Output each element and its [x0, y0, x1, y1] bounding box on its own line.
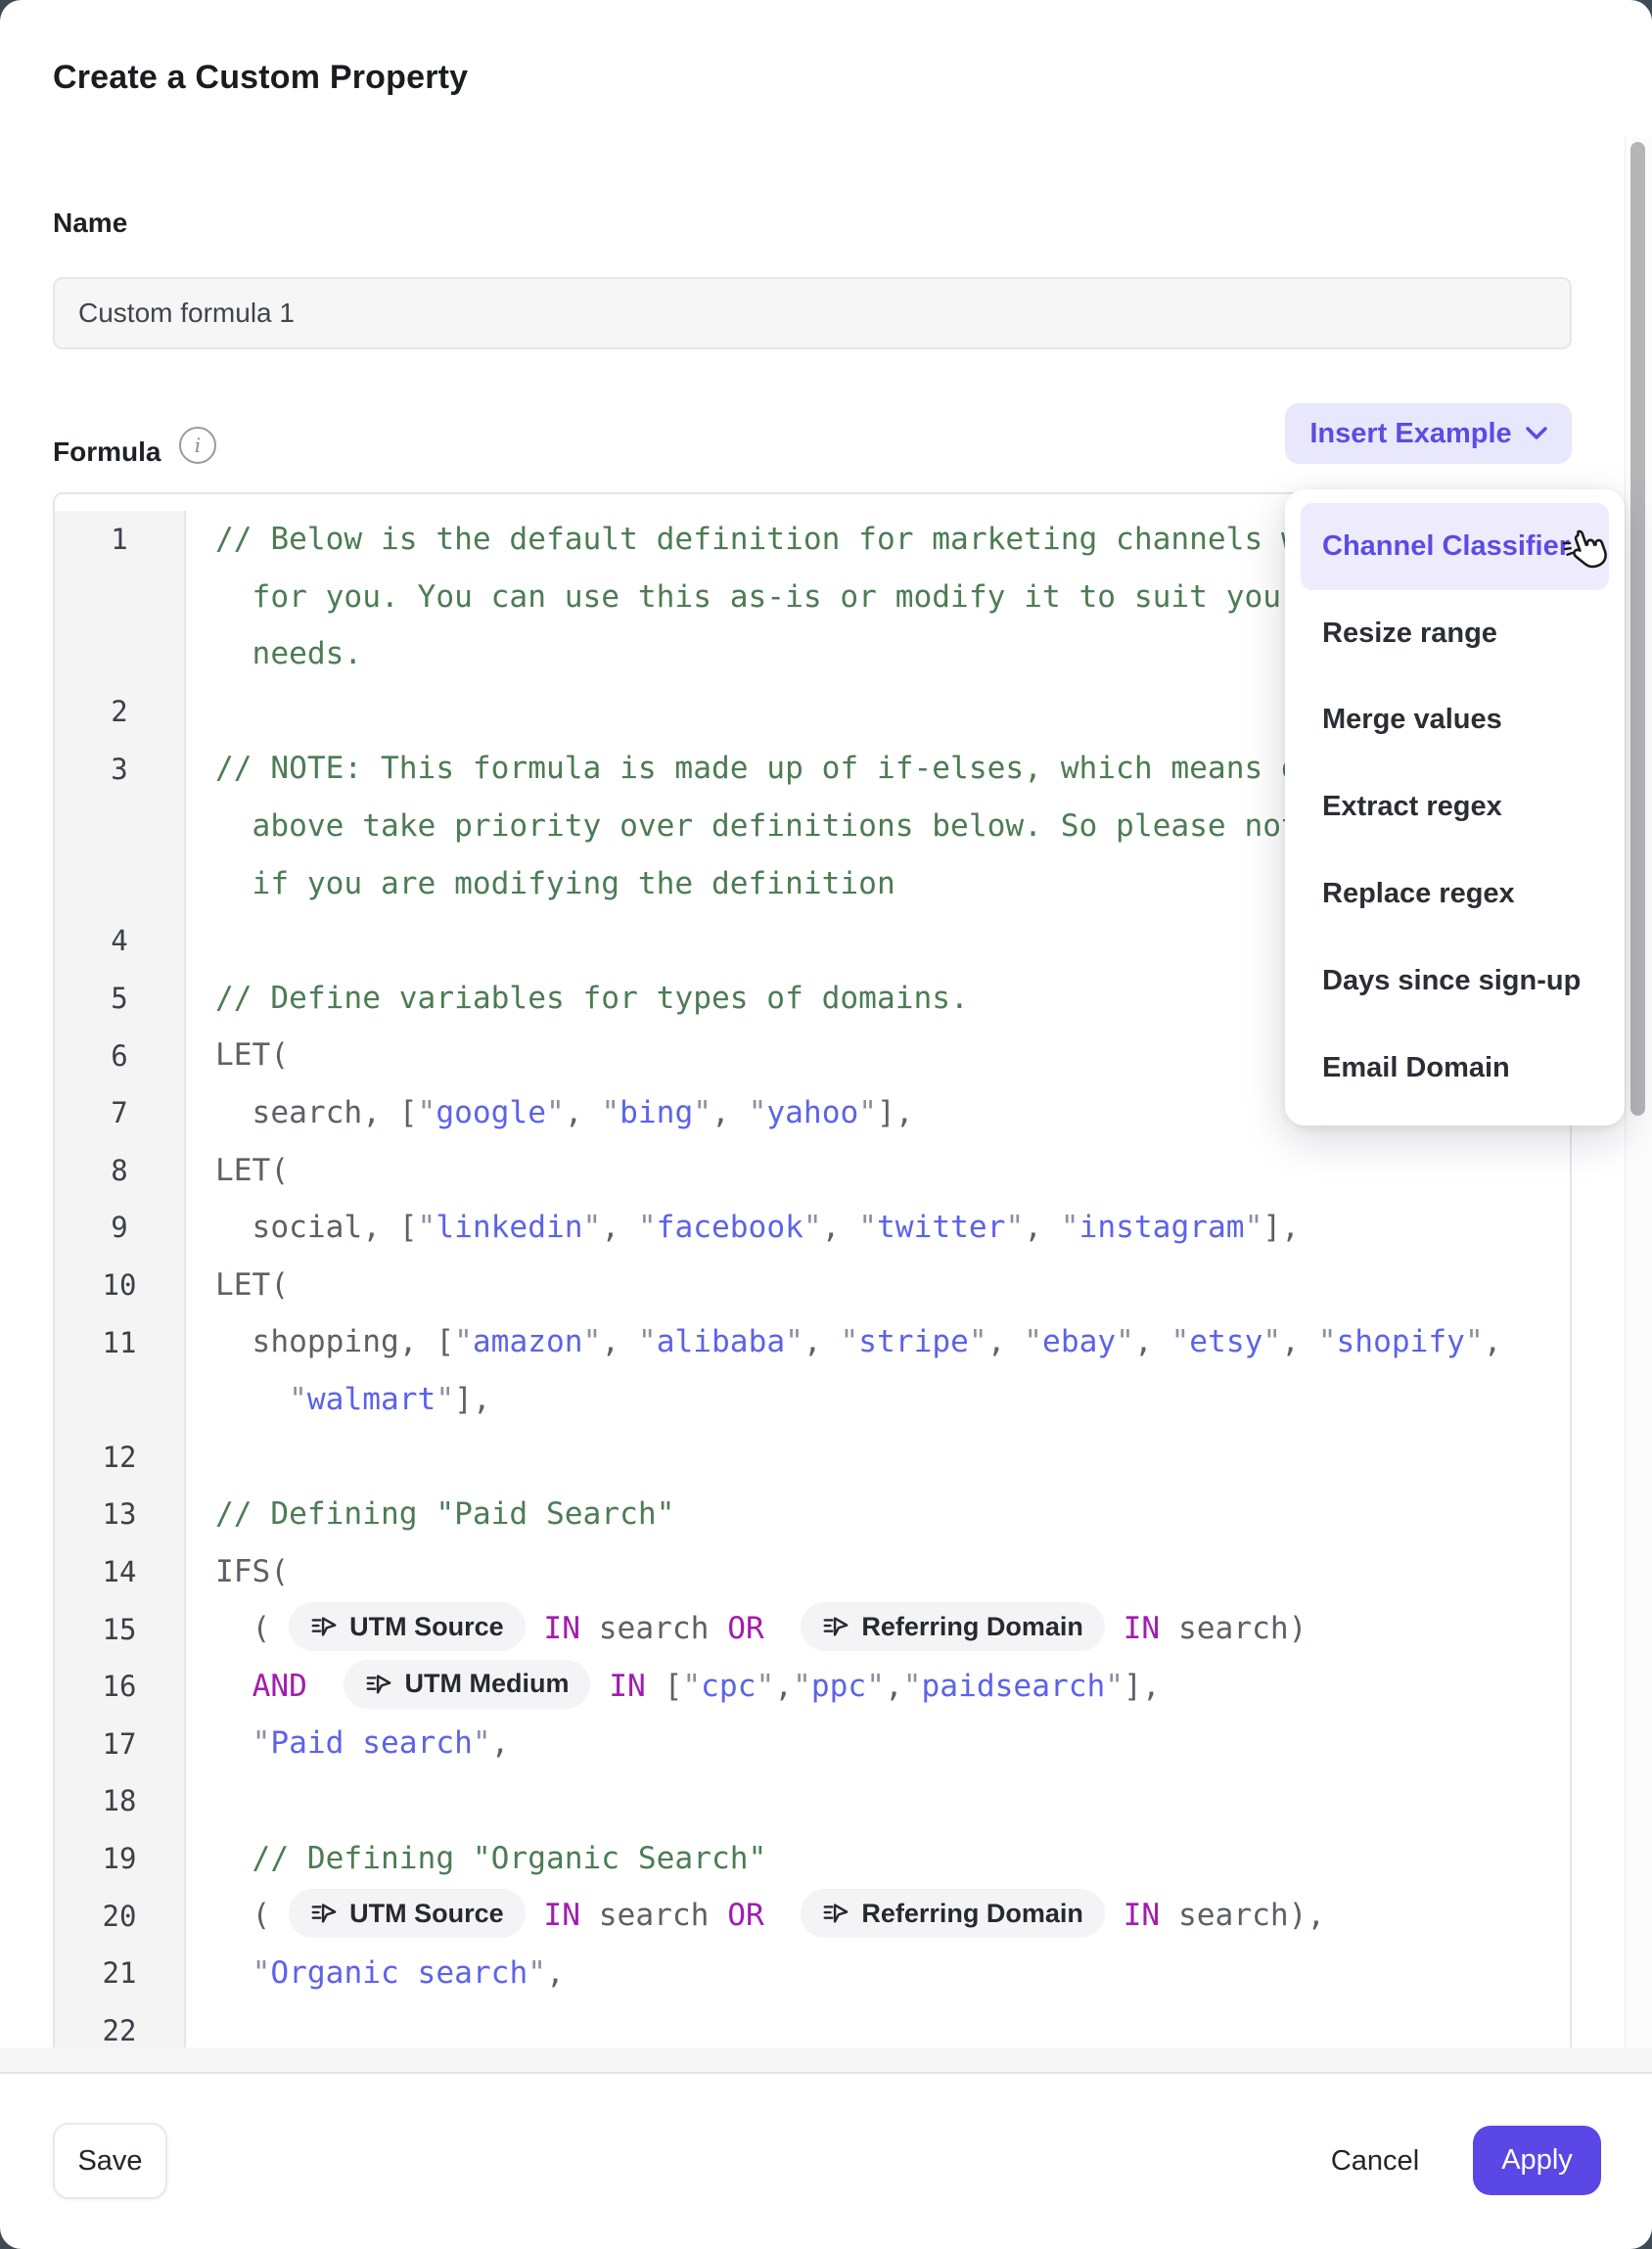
- line-number: 22: [55, 2001, 186, 2047]
- code-line: 9 social, ["linkedin", "facebook", "twit…: [55, 1199, 1570, 1257]
- line-number: [55, 625, 186, 683]
- code-text: "Organic search",: [186, 1945, 1570, 2002]
- line-number: 19: [55, 1830, 186, 1888]
- line-number: 7: [55, 1084, 186, 1142]
- code-line: 12: [55, 1429, 1570, 1487]
- create-custom-property-dialog: Create a Custom Property Name Formula i …: [0, 0, 1652, 2249]
- name-label: Name: [53, 207, 127, 239]
- property-chip-utm-medium[interactable]: UTM Medium: [344, 1660, 590, 1709]
- line-number: 3: [55, 740, 186, 798]
- apply-button[interactable]: Apply: [1473, 2126, 1601, 2195]
- property-chip-utm-source[interactable]: UTM Source: [289, 1602, 526, 1651]
- menu-item-resize-range[interactable]: Resize range: [1301, 590, 1609, 677]
- name-input[interactable]: [53, 277, 1572, 349]
- code-text: [186, 1429, 1570, 1487]
- code-text: ( UTM Source IN search OR Referring Doma…: [186, 1887, 1570, 1945]
- merge-field-icon: [822, 1901, 849, 1926]
- code-text: "walmart"],: [186, 1371, 1570, 1429]
- hand-cursor-icon: [1558, 525, 1609, 580]
- menu-item-email-domain[interactable]: Email Domain: [1301, 1025, 1609, 1112]
- line-number: 18: [55, 1772, 186, 1830]
- code-line: 11 shopping, ["amazon", "alibaba", "stri…: [55, 1313, 1570, 1371]
- code-line: 21 "Organic search",: [55, 1945, 1570, 2002]
- line-number: 16: [55, 1658, 186, 1716]
- code-text: // Defining "Organic Search": [186, 1830, 1570, 1888]
- line-number: 17: [55, 1715, 186, 1772]
- code-text: [186, 2001, 1570, 2047]
- code-text: IFS(: [186, 1543, 1570, 1601]
- code-text: AND UTM Medium IN ["cpc","ppc","paidsear…: [186, 1658, 1570, 1716]
- menu-item-extract-regex[interactable]: Extract regex: [1301, 763, 1609, 850]
- code-line: 15 ( UTM Source IN search OR Referring D…: [55, 1600, 1570, 1658]
- code-text: shopping, ["amazon", "alibaba", "stripe"…: [186, 1313, 1570, 1371]
- line-number: 4: [55, 912, 186, 970]
- chevron-down-icon: [1526, 427, 1547, 440]
- code-line: 17 "Paid search",: [55, 1715, 1570, 1772]
- line-number: [55, 1371, 186, 1429]
- code-line: 18: [55, 1772, 1570, 1830]
- line-number: [55, 798, 186, 855]
- info-icon[interactable]: i: [179, 427, 216, 464]
- merge-field-icon: [310, 1614, 338, 1639]
- menu-item-days-since-sign-up[interactable]: Days since sign-up: [1301, 938, 1609, 1025]
- save-button[interactable]: Save: [53, 2123, 167, 2199]
- code-text: [186, 1772, 1570, 1830]
- code-text: social, ["linkedin", "facebook", "twitte…: [186, 1199, 1570, 1257]
- formula-label: Formula: [53, 436, 161, 468]
- code-line: "walmart"],: [55, 1371, 1570, 1429]
- line-number: 5: [55, 970, 186, 1028]
- line-number: 10: [55, 1257, 186, 1314]
- menu-item-merge-values[interactable]: Merge values: [1301, 677, 1609, 764]
- line-number: [55, 569, 186, 626]
- line-number: 11: [55, 1313, 186, 1371]
- footer-divider-band: [0, 2047, 1652, 2074]
- line-number: 8: [55, 1142, 186, 1200]
- code-text: "Paid search",: [186, 1715, 1570, 1772]
- code-line: 10LET(: [55, 1257, 1570, 1314]
- line-number: 14: [55, 1543, 186, 1601]
- property-chip-referring-domain[interactable]: Referring Domain: [801, 1889, 1105, 1938]
- code-line: 14IFS(: [55, 1543, 1570, 1601]
- code-line: 13// Defining "Paid Search": [55, 1486, 1570, 1543]
- line-number: 2: [55, 683, 186, 741]
- scrollbar-thumb[interactable]: [1630, 142, 1645, 1116]
- cancel-button[interactable]: Cancel: [1316, 2130, 1434, 2192]
- menu-item-replace-regex[interactable]: Replace regex: [1301, 850, 1609, 938]
- code-line: 19 // Defining "Organic Search": [55, 1830, 1570, 1888]
- line-number: 15: [55, 1600, 186, 1658]
- line-number: 6: [55, 1027, 186, 1084]
- line-number: 13: [55, 1486, 186, 1543]
- code-line: 22: [55, 2001, 1570, 2047]
- merge-field-icon: [310, 1901, 338, 1926]
- line-number: 20: [55, 1887, 186, 1945]
- code-line: 8LET(: [55, 1142, 1570, 1200]
- merge-field-icon: [365, 1672, 392, 1697]
- merge-field-icon: [822, 1614, 849, 1639]
- property-chip-utm-source[interactable]: UTM Source: [289, 1889, 526, 1938]
- property-chip-referring-domain[interactable]: Referring Domain: [801, 1602, 1105, 1651]
- code-line: 16 AND UTM Medium IN ["cpc","ppc","paids…: [55, 1658, 1570, 1716]
- code-line: 20 ( UTM Source IN search OR Referring D…: [55, 1887, 1570, 1945]
- code-text: LET(: [186, 1257, 1570, 1314]
- line-number: 1: [55, 511, 186, 569]
- line-number: 12: [55, 1429, 186, 1487]
- insert-example-label: Insert Example: [1309, 418, 1511, 450]
- page-title: Create a Custom Property: [53, 59, 468, 97]
- insert-example-button[interactable]: Insert Example: [1285, 403, 1572, 464]
- code-text: // Defining "Paid Search": [186, 1486, 1570, 1543]
- line-number: [55, 855, 186, 913]
- line-number: 9: [55, 1199, 186, 1257]
- code-text: LET(: [186, 1142, 1570, 1200]
- insert-example-menu: Channel ClassifierResize rangeMerge valu…: [1285, 489, 1625, 1125]
- code-text: ( UTM Source IN search OR Referring Doma…: [186, 1600, 1570, 1658]
- line-number: 21: [55, 1945, 186, 2002]
